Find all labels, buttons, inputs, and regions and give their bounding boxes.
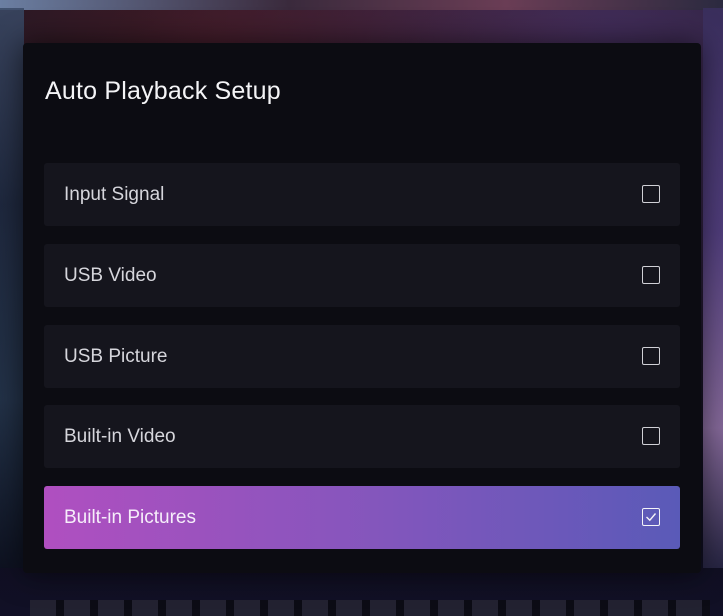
option-built-in-pictures[interactable]: Built-in Pictures (44, 486, 680, 549)
option-usb-picture[interactable]: USB Picture (44, 325, 680, 388)
option-usb-video[interactable]: USB Video (44, 244, 680, 307)
background-image-top (0, 0, 723, 10)
checkbox-empty-icon[interactable] (642, 185, 660, 203)
checkbox-empty-icon[interactable] (642, 427, 660, 445)
option-built-in-video[interactable]: Built-in Video (44, 405, 680, 468)
dialog-title: Auto Playback Setup (45, 77, 281, 105)
background-image-right (703, 8, 723, 568)
option-label: Built-in Video (64, 426, 176, 447)
background-image-left (0, 8, 24, 568)
option-label: Built-in Pictures (64, 507, 196, 528)
option-label: USB Video (64, 265, 157, 286)
checkbox-empty-icon[interactable] (642, 347, 660, 365)
auto-playback-setup-dialog: Auto Playback Setup Input Signal USB Vid… (23, 43, 701, 573)
background-subtitle-text (30, 600, 710, 616)
option-input-signal[interactable]: Input Signal (44, 163, 680, 226)
checkmark-icon (646, 513, 657, 522)
option-label: USB Picture (64, 346, 168, 367)
checkbox-checked-icon[interactable] (642, 508, 660, 526)
checkbox-empty-icon[interactable] (642, 266, 660, 284)
option-label: Input Signal (64, 184, 165, 205)
